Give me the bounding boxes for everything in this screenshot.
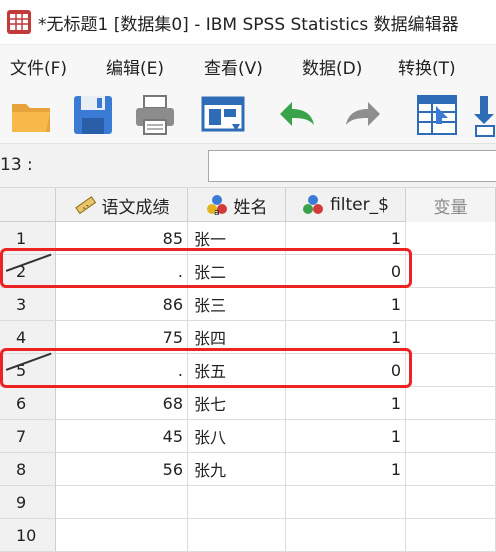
cell-variable[interactable] [406, 453, 496, 486]
row-number[interactable]: 2 [0, 253, 56, 288]
row-number[interactable]: 9 [0, 486, 56, 519]
cell-name[interactable] [188, 519, 286, 552]
goto-case-icon[interactable] [414, 92, 460, 138]
window-title: *无标题1 [数据集0] - IBM SPSS Statistics 数据编辑器 [38, 14, 459, 35]
table-row: 1 85 张一 1 [0, 222, 496, 255]
cell-filter[interactable]: 1 [286, 288, 406, 321]
open-folder-icon[interactable] [8, 92, 54, 138]
cell-filter[interactable]: 1 [286, 387, 406, 420]
cell-variable[interactable] [406, 321, 496, 354]
cell-name[interactable]: 张一 [188, 222, 286, 255]
row-number[interactable]: 6 [0, 387, 56, 420]
table-row: 5. 张五 0 [0, 352, 496, 387]
column-header-name[interactable]: a 姓名 [188, 188, 286, 222]
cell-score[interactable]: 56 [56, 453, 188, 486]
cell-filter[interactable]: 1 [286, 222, 406, 255]
cell-variable[interactable] [406, 288, 496, 321]
column-header-variable[interactable]: 变量 [406, 188, 496, 222]
svg-text:a: a [214, 208, 220, 216]
cell-variable[interactable] [406, 354, 496, 387]
cell-score[interactable] [56, 519, 188, 552]
cell-score[interactable]: 45 [56, 420, 188, 453]
ruler-scale-icon [74, 196, 96, 215]
toolbar [0, 84, 496, 144]
table-row: 4 75 张四 1 [0, 321, 496, 354]
menu-file[interactable]: 文件(F) [10, 54, 67, 79]
column-header-score[interactable]: 语文成绩 [56, 188, 188, 222]
row-number[interactable]: 10 [0, 519, 56, 552]
table-row: 10 [0, 519, 496, 552]
cell-reference-label: 13 : [0, 155, 33, 175]
cell-filter[interactable]: 1 [286, 420, 406, 453]
cell-variable[interactable] [406, 255, 496, 288]
cell-variable[interactable] [406, 420, 496, 453]
cell-variable[interactable] [406, 222, 496, 255]
cell-name[interactable]: 张三 [188, 288, 286, 321]
undo-icon[interactable] [274, 92, 320, 138]
row-number[interactable]: 8 [0, 453, 56, 486]
title-bar: *无标题1 [数据集0] - IBM SPSS Statistics 数据编辑器 [0, 0, 496, 44]
row-number[interactable]: 4 [0, 321, 56, 354]
cell-filter[interactable]: 0 [286, 354, 406, 387]
cell-reference-bar: 13 : [0, 144, 496, 188]
cell-score[interactable]: 68 [56, 387, 188, 420]
dialog-recall-icon[interactable] [200, 92, 246, 138]
spss-app-icon[interactable] [6, 9, 32, 35]
goto-variable-icon[interactable] [474, 92, 496, 138]
menu-data[interactable]: 数据(D) [302, 54, 362, 79]
cell-score[interactable]: . [56, 354, 188, 387]
cell-variable[interactable] [406, 519, 496, 552]
cell-name[interactable]: 张四 [188, 321, 286, 354]
nominal-balls-icon [303, 195, 324, 214]
cell-score[interactable]: . [56, 255, 188, 288]
cell-name[interactable]: 张八 [188, 420, 286, 453]
table-row: 7 45 张八 1 [0, 420, 496, 453]
print-icon[interactable] [132, 92, 178, 138]
redo-icon[interactable] [340, 92, 386, 138]
cell-score[interactable]: 86 [56, 288, 188, 321]
filtered-out-slash [5, 352, 52, 371]
cell-name[interactable]: 张五 [188, 354, 286, 387]
cell-variable[interactable] [406, 387, 496, 420]
table-row: 3 86 张三 1 [0, 288, 496, 321]
cell-filter[interactable]: 1 [286, 321, 406, 354]
row-number[interactable]: 1 [0, 222, 56, 255]
cell-score[interactable]: 85 [56, 222, 188, 255]
cell-score[interactable] [56, 486, 188, 519]
column-header-variable-label: 变量 [433, 197, 468, 218]
row-number[interactable]: 3 [0, 288, 56, 321]
table-row: 6 68 张七 1 [0, 387, 496, 420]
table-row: 9 [0, 486, 496, 519]
data-grid: 语文成绩 a 姓名 filter_$ 变量 1 85 张一 1 2. 张二 0 3 86 张三 1 4… [0, 188, 496, 552]
cell-variable[interactable] [406, 486, 496, 519]
cell-filter[interactable]: 0 [286, 255, 406, 288]
menu-view[interactable]: 查看(V) [204, 54, 263, 79]
column-header-row: 语文成绩 a 姓名 filter_$ 变量 [0, 188, 496, 222]
cell-filter[interactable] [286, 486, 406, 519]
column-header-name-label: 姓名 [233, 197, 268, 218]
column-header-filter[interactable]: filter_$ [286, 188, 406, 222]
column-header-score-label: 语文成绩 [101, 197, 170, 218]
menu-edit[interactable]: 编辑(E) [106, 54, 164, 79]
cell-name[interactable]: 张二 [188, 255, 286, 288]
nominal-string-icon: a [206, 195, 227, 216]
menu-bar: 文件(F) 编辑(E) 查看(V) 数据(D) 转换(T) [0, 44, 496, 84]
filtered-out-slash [5, 253, 52, 272]
corner-cell[interactable] [0, 188, 56, 222]
save-disk-icon[interactable] [70, 92, 116, 138]
table-row: 2. 张二 0 [0, 253, 496, 288]
cell-value-editor[interactable] [208, 150, 496, 182]
row-number[interactable]: 7 [0, 420, 56, 453]
row-number[interactable]: 5 [0, 352, 56, 387]
cell-name[interactable]: 张九 [188, 453, 286, 486]
cell-name[interactable]: 张七 [188, 387, 286, 420]
column-header-filter-label: filter_$ [330, 195, 389, 215]
cell-name[interactable] [188, 486, 286, 519]
table-row: 8 56 张九 1 [0, 453, 496, 486]
cell-filter[interactable]: 1 [286, 453, 406, 486]
cell-score[interactable]: 75 [56, 321, 188, 354]
menu-transform[interactable]: 转换(T) [398, 54, 456, 79]
cell-filter[interactable] [286, 519, 406, 552]
